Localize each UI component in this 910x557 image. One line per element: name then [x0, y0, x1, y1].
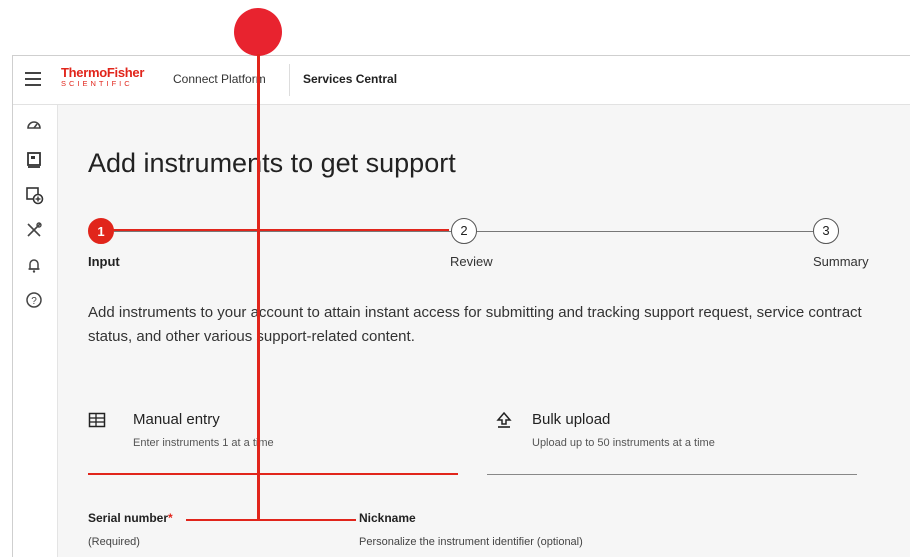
bell-icon[interactable]: [24, 255, 44, 275]
progress-stepper: 1 2 3 Input Review Summary: [58, 213, 910, 273]
hamburger-menu-icon[interactable]: [25, 72, 41, 86]
logo-wordmark: ThermoFisher: [61, 65, 145, 80]
bulk-upload-tab[interactable]: Bulk upload Upload up to 50 instruments …: [487, 405, 857, 475]
serial-number-label-text: Serial number: [88, 511, 169, 525]
add-instrument-icon[interactable]: [24, 185, 44, 205]
main-content: Add instruments to get support 1 2 3 Inp…: [58, 105, 910, 557]
nickname-label: Nickname: [359, 511, 416, 525]
tab-divider: [487, 474, 857, 475]
logo-subtitle: SCIENTIFIC: [61, 79, 133, 88]
step-connector: [477, 231, 813, 232]
serial-number-help: (Required): [88, 536, 140, 548]
platform-name[interactable]: Connect Platform: [173, 72, 266, 86]
step-1-label: Input: [88, 254, 120, 269]
page-title: Add instruments to get support: [88, 148, 456, 179]
app-window: ThermoFisher SCIENTIFIC Connect Platform…: [12, 55, 910, 557]
intro-description: Add instruments to your account to attai…: [88, 304, 862, 345]
manual-entry-subtitle: Enter instruments 1 at a time: [133, 437, 274, 449]
upload-icon: [495, 411, 513, 429]
manual-entry-tab[interactable]: Manual entry Enter instruments 1 at a ti…: [88, 405, 458, 475]
step-3-indicator: 3: [813, 218, 839, 244]
serial-number-label: Serial number*: [88, 511, 173, 525]
instrument-icon[interactable]: [24, 150, 44, 170]
grid-table-icon: [88, 411, 106, 429]
bulk-upload-subtitle: Upload up to 50 instruments at a time: [532, 437, 715, 449]
step-1-indicator: 1: [88, 218, 114, 244]
header-divider: [289, 64, 290, 96]
step-2-label: Review: [450, 254, 493, 269]
sidebar: ?: [13, 105, 58, 557]
nickname-help: Personalize the instrument identifier (o…: [359, 536, 583, 548]
required-asterisk: *: [168, 511, 173, 525]
tab-selected-indicator: [88, 473, 458, 475]
tools-icon[interactable]: [24, 220, 44, 240]
bulk-upload-title: Bulk upload: [532, 411, 611, 428]
thermofisher-logo[interactable]: ThermoFisher SCIENTIFIC: [61, 66, 144, 88]
annotation-marker: [234, 8, 282, 56]
svg-text:?: ?: [31, 296, 37, 307]
help-icon[interactable]: ?: [24, 290, 44, 310]
step-2-indicator: 2: [451, 218, 477, 244]
dashboard-icon[interactable]: [24, 115, 44, 135]
step-3-label: Summary: [813, 254, 869, 269]
step-connector: [114, 231, 451, 232]
top-bar: ThermoFisher SCIENTIFIC Connect Platform…: [13, 56, 910, 105]
manual-entry-title: Manual entry: [133, 411, 220, 428]
services-central-title[interactable]: Services Central: [303, 72, 397, 86]
